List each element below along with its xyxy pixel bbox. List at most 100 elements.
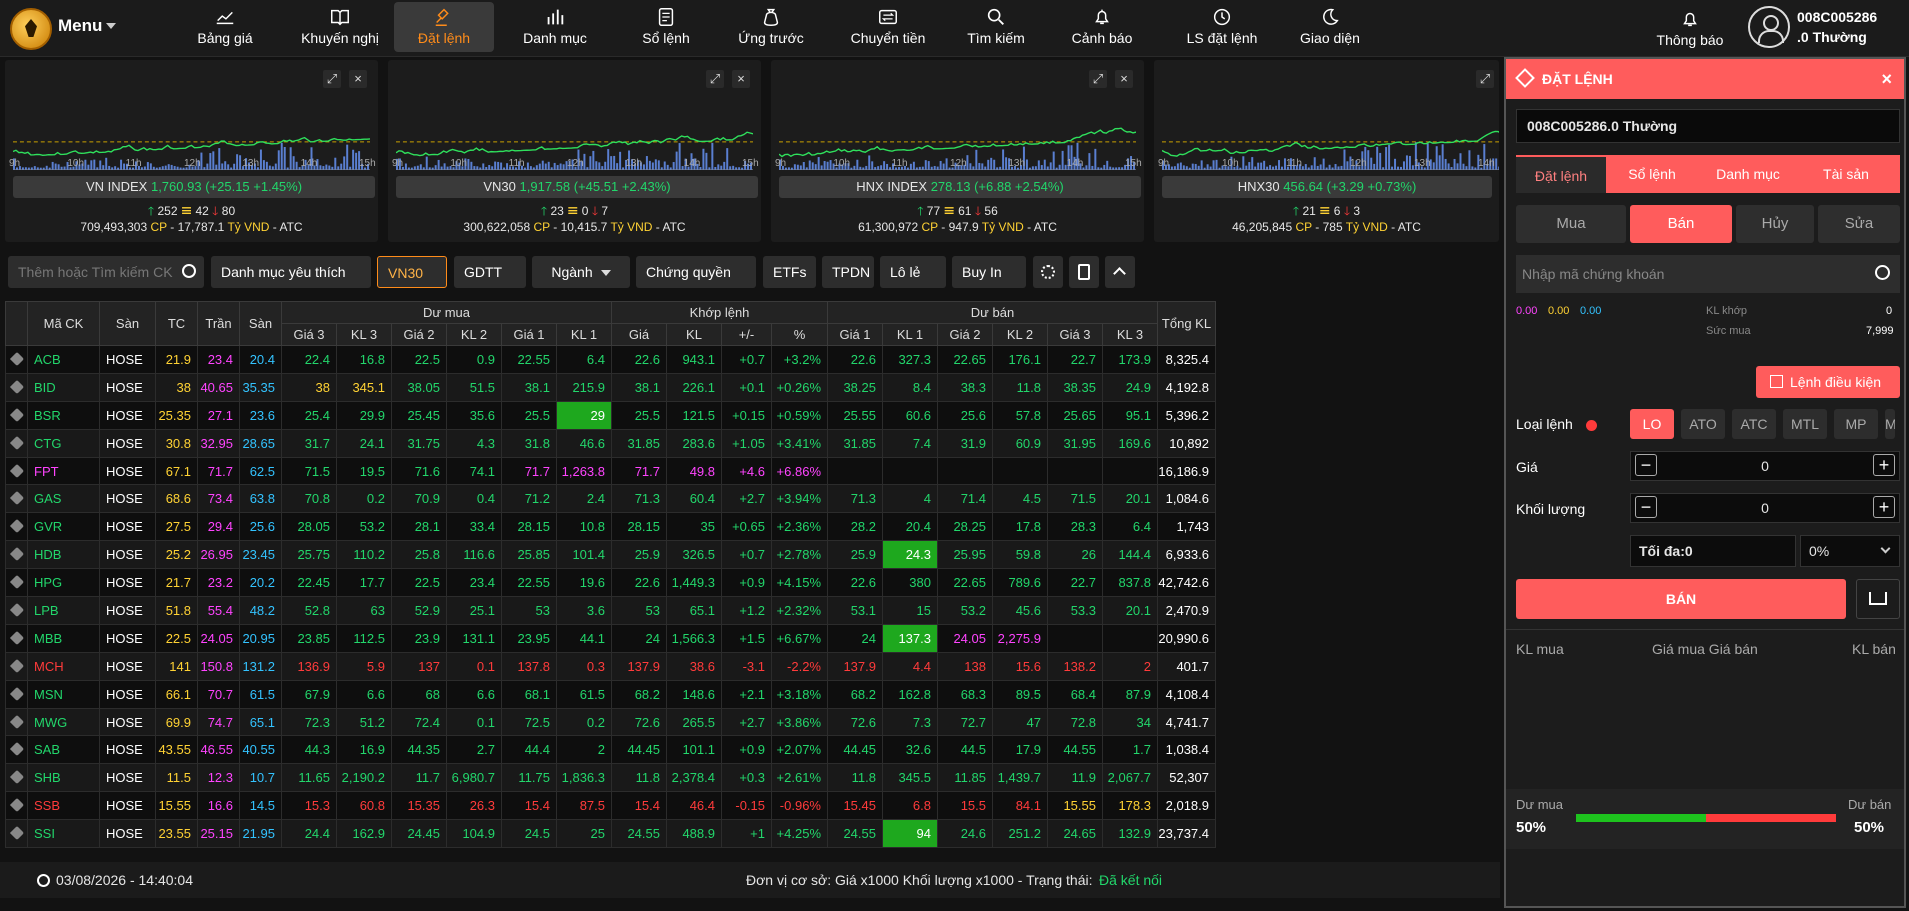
- table-row[interactable]: FPT HOSE 67.1 71.7 62.5 71.5 19.5 71.6 74.1 71.7 1…: [5, 456, 1216, 486]
- percent-select[interactable]: 0%: [1800, 535, 1900, 567]
- pin-icon[interactable]: [5, 679, 28, 709]
- expand-icon[interactable]: ⤢: [1476, 70, 1494, 88]
- symbol-cell[interactable]: LPB: [27, 596, 100, 625]
- table-row[interactable]: MBB HOSE 22.5 24.05 20.95 23.85 112.5 23.9 131.1…: [5, 623, 1216, 653]
- sub-header[interactable]: Giá 3: [281, 323, 337, 346]
- conditional-order-toggle[interactable]: Lệnh điều kiện: [1756, 366, 1900, 398]
- symbol-cell[interactable]: MSN: [27, 679, 100, 709]
- expand-icon[interactable]: ⤢: [323, 70, 341, 88]
- chevron-down-icon[interactable]: [106, 23, 116, 29]
- menu-label[interactable]: Menu: [58, 16, 102, 36]
- sub-header[interactable]: Giá 1: [827, 323, 883, 346]
- notification-button[interactable]: Thông báo: [1650, 2, 1730, 52]
- col-header[interactable]: Sàn: [239, 301, 282, 346]
- nav-clock[interactable]: LS đặt lệnh: [1174, 2, 1270, 52]
- collapse-button[interactable]: [1105, 256, 1135, 288]
- symbol-cell[interactable]: MWG: [27, 707, 100, 737]
- col-header[interactable]: TC: [155, 301, 198, 346]
- quantity-stepper[interactable]: − 0 +: [1630, 493, 1900, 523]
- nav-search[interactable]: Tìm kiếm: [958, 2, 1034, 52]
- side-2[interactable]: Hủy: [1736, 205, 1814, 243]
- symbol-cell[interactable]: MBB: [27, 623, 100, 653]
- order-tab-3[interactable]: Tài sản: [1798, 155, 1894, 193]
- side-3[interactable]: Sửa: [1818, 205, 1900, 243]
- index-card-hnx-index[interactable]: 9h 10h 11h 12h 13h 14h 15h ⤢ × HNX INDEX 278.13 (…: [771, 60, 1144, 242]
- checkbox-icon[interactable]: [1770, 375, 1783, 388]
- nav-bar-chart[interactable]: Danh mục: [512, 2, 598, 52]
- nav-moon[interactable]: Giao diện: [1290, 2, 1370, 52]
- sub-header[interactable]: Giá: [611, 323, 667, 346]
- max-quantity[interactable]: Tối đa:0: [1630, 535, 1796, 567]
- minus-icon[interactable]: −: [1635, 454, 1657, 476]
- symbol-cell[interactable]: SSB: [27, 791, 100, 821]
- pin-icon[interactable]: [5, 484, 28, 514]
- symbol-cell[interactable]: SAB: [27, 735, 100, 765]
- pin-icon[interactable]: [5, 763, 28, 793]
- nav-money-bag[interactable]: Ứng trước: [728, 2, 814, 52]
- sub-header[interactable]: KL 1: [556, 323, 612, 346]
- symbol-cell[interactable]: FPT: [27, 456, 100, 486]
- index-card-vn30[interactable]: 9h 10h 11h 12h 13h 14h 15h ⤢ × VN30 1,917.58 (+45…: [388, 60, 761, 242]
- industry-dropdown[interactable]: Ngành: [532, 256, 630, 288]
- close-icon[interactable]: ×: [1115, 70, 1133, 88]
- nav-book[interactable]: Khuyến nghị: [290, 2, 390, 52]
- table-row[interactable]: BSR HOSE 25.35 27.1 23.6 25.4 29.9 25.45 35.6 25.…: [5, 400, 1216, 430]
- cart-button[interactable]: [1856, 579, 1900, 619]
- sub-header[interactable]: Giá 2: [937, 323, 993, 346]
- table-row[interactable]: MWG HOSE 69.9 74.7 65.1 72.3 51.2 72.4 0.1 72.5 0.…: [5, 707, 1216, 737]
- price-value[interactable]: 0: [1761, 458, 1769, 474]
- nav-transfer[interactable]: Chuyển tiền: [840, 2, 936, 52]
- pin-icon[interactable]: [5, 651, 28, 681]
- minus-icon[interactable]: −: [1635, 496, 1657, 518]
- nav-chart-area[interactable]: Bảng giá: [190, 2, 260, 52]
- close-icon[interactable]: ×: [349, 70, 367, 88]
- user-id[interactable]: 008C005286: [1797, 9, 1877, 25]
- pin-icon[interactable]: [5, 623, 28, 653]
- pin-icon[interactable]: [5, 819, 28, 849]
- table-row[interactable]: SAB HOSE 43.55 46.55 40.55 44.3 16.9 44.35 2.7 44…: [5, 735, 1216, 765]
- brand-logo[interactable]: [10, 8, 52, 50]
- sub-header[interactable]: Giá 2: [391, 323, 447, 346]
- search-icon[interactable]: [182, 264, 196, 278]
- sell-button[interactable]: BÁN: [1516, 579, 1846, 619]
- order-type-atc[interactable]: ATC: [1732, 409, 1776, 439]
- odd-lot-dropdown[interactable]: Lô lẻ: [880, 256, 946, 288]
- pin-icon[interactable]: [5, 428, 28, 458]
- symbol-cell[interactable]: GVR: [27, 512, 100, 542]
- sub-header[interactable]: KL 3: [336, 323, 392, 346]
- search-icon[interactable]: [1875, 265, 1890, 280]
- table-row[interactable]: CTG HOSE 30.8 32.95 28.65 31.7 24.1 31.75 4.3 31.…: [5, 428, 1216, 458]
- symbol-cell[interactable]: BSR: [27, 400, 100, 430]
- nav-ledger[interactable]: Sổ lệnh: [626, 2, 706, 52]
- index-card-vn-index[interactable]: 9h 10h 11h 12h 13h 14h 15h ⤢ × VN INDEX 1,760.93 …: [5, 60, 378, 242]
- order-tab-0[interactable]: Đặt lệnh: [1516, 155, 1606, 193]
- pin-icon[interactable]: [5, 735, 28, 765]
- gdtt-dropdown[interactable]: GDTT: [454, 256, 526, 288]
- symbol-cell[interactable]: ACB: [27, 345, 100, 374]
- table-row[interactable]: HDB HOSE 25.2 26.95 23.45 25.75 110.2 25.8 116.6…: [5, 540, 1216, 570]
- order-type-m[interactable]: M: [1885, 409, 1895, 439]
- info-icon[interactable]: [1586, 420, 1597, 431]
- user-avatar-icon[interactable]: [1748, 6, 1790, 48]
- buy-in-dropdown[interactable]: Buy In: [952, 256, 1026, 288]
- plus-icon[interactable]: +: [1873, 496, 1895, 518]
- close-icon[interactable]: ×: [732, 70, 750, 88]
- order-type-mtl[interactable]: MTL: [1783, 409, 1827, 439]
- table-row[interactable]: SSB HOSE 15.55 16.6 14.5 15.3 60.8 15.35 26.3 15.…: [5, 791, 1216, 821]
- order-tab-1[interactable]: Sổ lệnh: [1606, 155, 1698, 193]
- warrant-dropdown[interactable]: Chứng quyền: [636, 256, 756, 288]
- sub-header[interactable]: KL 1: [882, 323, 938, 346]
- sub-header[interactable]: %: [771, 323, 828, 346]
- col-header[interactable]: Trần: [197, 301, 240, 346]
- sub-header[interactable]: KL 2: [992, 323, 1048, 346]
- close-icon[interactable]: ×: [1881, 59, 1892, 99]
- col-header[interactable]: Mã CK: [27, 301, 100, 346]
- tpdn-button[interactable]: TPDN: [822, 256, 874, 288]
- expand-icon[interactable]: ⤢: [706, 70, 724, 88]
- nav-alarm[interactable]: Cảnh báo: [1062, 2, 1142, 52]
- pin-icon[interactable]: [5, 568, 28, 598]
- etfs-button[interactable]: ETFs: [763, 256, 816, 288]
- pin-icon[interactable]: [5, 345, 28, 374]
- symbol-cell[interactable]: CTG: [27, 428, 100, 458]
- symbol-cell[interactable]: SSI: [27, 819, 100, 849]
